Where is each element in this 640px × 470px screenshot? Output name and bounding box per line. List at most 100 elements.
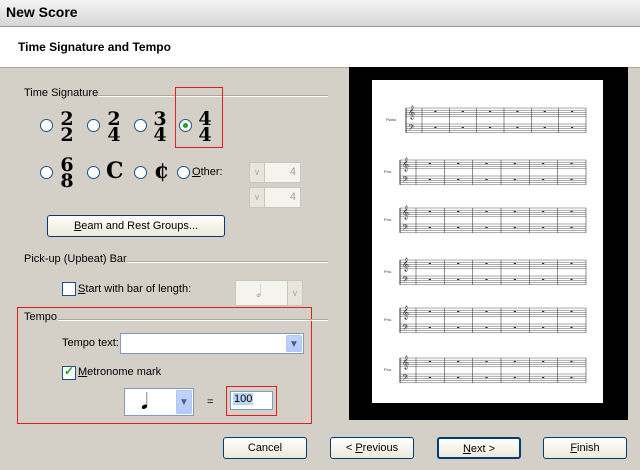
next-button[interactable]: Next > xyxy=(437,437,521,459)
other-bottom-stepper[interactable]: ∨ 4 xyxy=(249,187,301,208)
whole-rest xyxy=(513,279,516,280)
pickup-checkbox[interactable] xyxy=(62,282,76,296)
treble-clef-icon: 𝄞 xyxy=(402,305,409,319)
whole-rest xyxy=(542,311,545,312)
whole-rest xyxy=(457,311,460,312)
whole-rest xyxy=(513,211,516,212)
whole-rest xyxy=(570,111,574,112)
window-title: New Score xyxy=(6,4,78,20)
whole-rest xyxy=(570,311,573,312)
whole-rest xyxy=(485,311,488,312)
bass-clef-icon: 𝄢 xyxy=(402,224,409,235)
other-label: Other: xyxy=(192,166,223,178)
whole-rest xyxy=(485,179,488,180)
cut-time-symbol: ¢ xyxy=(154,158,170,184)
treble-clef-icon: 𝄞 xyxy=(402,157,409,171)
finish-button[interactable]: Finish xyxy=(543,437,627,459)
whole-rest xyxy=(428,263,431,264)
treble-clef-icon: 𝄞 xyxy=(402,355,409,369)
bass-clef-icon: 𝄢 xyxy=(402,276,409,287)
radio-other[interactable] xyxy=(177,166,190,179)
time-sig-2-2: 22 xyxy=(60,108,74,146)
whole-rest xyxy=(428,279,431,280)
staff-label: Pno. xyxy=(384,317,392,322)
bass-clef-icon: 𝄢 xyxy=(402,176,409,187)
whole-rest xyxy=(516,127,519,128)
whole-rest xyxy=(428,179,431,180)
radio-2-4[interactable] xyxy=(87,119,100,132)
radio-2-2[interactable] xyxy=(40,119,53,132)
other-top-stepper[interactable]: ∨ 4 xyxy=(249,162,301,183)
whole-rest xyxy=(428,311,431,312)
whole-rest xyxy=(461,111,464,112)
other-bottom-dropdown-icon[interactable]: ∨ xyxy=(250,188,265,207)
whole-rest xyxy=(570,211,573,212)
radio-4-4[interactable] xyxy=(179,119,192,132)
whole-rest xyxy=(542,279,545,280)
whole-rest xyxy=(542,377,545,378)
metronome-checkbox[interactable] xyxy=(62,364,76,380)
cancel-button[interactable]: Cancel xyxy=(223,437,307,459)
pickup-checkbox-label: Start with bar of length: xyxy=(78,283,192,295)
radio-3-4[interactable] xyxy=(134,119,147,132)
time-sig-3-4: 34 xyxy=(153,108,167,146)
whole-rest xyxy=(457,263,460,264)
staff-label: Pno. xyxy=(384,169,392,174)
whole-rest xyxy=(570,279,573,280)
whole-rest xyxy=(513,227,516,228)
beam-rest-groups-button[interactable]: Beam and Rest Groups... xyxy=(47,215,225,237)
pickup-dropdown-arrow-icon[interactable]: ∨ xyxy=(287,281,302,305)
time-sig-6-8: 68 xyxy=(60,154,74,192)
preview-staves: Piano 𝄞 𝄢 Pno. 𝄞 𝄢 Pno. 𝄞 𝄢 Pno. 𝄞 𝄢 Pno. 𝄞 𝄢 Pno. 𝄞 𝄢 xyxy=(384,105,587,385)
whole-rest xyxy=(513,163,516,164)
whole-rest xyxy=(513,263,516,264)
whole-rest xyxy=(485,377,488,378)
radio-6-8[interactable] xyxy=(40,166,53,179)
metronome-note-dropdown[interactable]: 𝅘𝅥 ▼ xyxy=(124,388,194,416)
whole-rest xyxy=(513,361,516,362)
whole-rest xyxy=(485,361,488,362)
radio-common-time[interactable] xyxy=(87,166,100,179)
whole-rest xyxy=(428,211,431,212)
pickup-divider xyxy=(126,261,328,263)
metronome-dropdown-icon[interactable]: ▼ xyxy=(176,390,192,414)
whole-rest xyxy=(570,377,573,378)
whole-rest xyxy=(542,263,545,264)
other-top-dropdown-icon[interactable]: ∨ xyxy=(250,163,265,182)
whole-rest xyxy=(542,179,545,180)
pickup-length-dropdown[interactable]: 𝅗𝅥 ∨ xyxy=(235,280,303,306)
whole-rest xyxy=(542,361,545,362)
whole-rest xyxy=(513,327,516,328)
whole-rest xyxy=(513,377,516,378)
whole-rest xyxy=(457,377,460,378)
equals-sign: = xyxy=(207,396,214,408)
radio-cut-time[interactable] xyxy=(134,166,147,179)
whole-rest xyxy=(434,111,437,112)
bpm-input[interactable]: 100 xyxy=(230,391,273,410)
bass-clef-icon: 𝄢 xyxy=(402,324,409,335)
tempo-divider xyxy=(58,319,328,321)
whole-rest xyxy=(485,227,488,228)
time-sig-2-4: 24 xyxy=(107,108,121,146)
whole-rest xyxy=(457,361,460,362)
whole-rest xyxy=(457,179,460,180)
whole-rest xyxy=(428,227,431,228)
whole-rest xyxy=(485,163,488,164)
time-signature-label: Time Signature xyxy=(24,87,99,99)
whole-rest xyxy=(513,179,516,180)
whole-rest xyxy=(428,327,431,328)
whole-rest xyxy=(488,111,492,112)
whole-rest xyxy=(542,227,545,228)
tempo-label: Tempo xyxy=(24,311,58,323)
whole-rest xyxy=(542,327,545,328)
whole-rest xyxy=(485,327,488,328)
header-panel: Time Signature and Tempo xyxy=(0,27,640,68)
treble-clef-icon: 𝄞 xyxy=(402,205,409,219)
whole-rest xyxy=(570,163,573,164)
staff-label: Pno. xyxy=(384,269,392,274)
previous-button[interactable]: < Previous xyxy=(330,437,414,459)
whole-rest xyxy=(570,227,573,228)
tempo-text-combo[interactable]: ▼ xyxy=(120,333,304,354)
tempo-text-dropdown-icon[interactable]: ▼ xyxy=(286,335,302,352)
whole-rest xyxy=(485,211,488,212)
